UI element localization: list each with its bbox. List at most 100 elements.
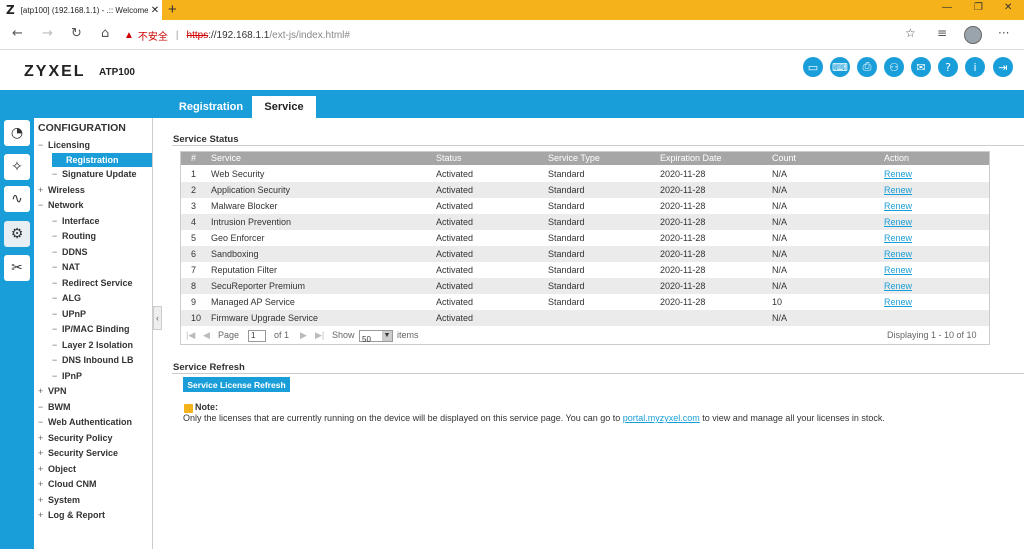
sidebar-item-security-policy[interactable]: + Security Policy [38,431,113,445]
sitemap-icon[interactable]: ⚇ [884,57,904,77]
table-row[interactable]: 8 SecuReporter Premium Activated Standard 20… [181,278,989,294]
table-row[interactable]: 2 Application Security Activated Standard 20… [181,182,989,198]
sidebar-item-interface[interactable]: − Interface [52,214,100,228]
sidebar-item-alg[interactable]: − ALG [52,291,81,305]
close-window-icon[interactable]: ✕ [1004,2,1012,13]
chat-icon[interactable]: ✉ [911,57,931,77]
table-cell: Standard [548,217,585,227]
table-row[interactable]: 9 Managed AP Service Activated Standard 2020… [181,294,989,310]
config-sidebar: CONFIGURATION − Licensing Registration − S… [34,118,153,549]
sidebar-item-signature-update[interactable]: − Signature Update [52,167,137,181]
sidebar-item-layer2-isolation[interactable]: − Layer 2 Isolation [52,338,133,352]
home-icon[interactable]: ⌂ [101,26,109,41]
sidebar-item-routing[interactable]: − Routing [52,229,96,243]
sidebar-item-upnp[interactable]: − UPnP [52,307,86,321]
page-number-input[interactable]: 1 [248,330,266,342]
sidebar-item-system[interactable]: + System [38,493,80,507]
table-row[interactable]: 4 Intrusion Prevention Activated Standard 20… [181,214,989,230]
sidebar-item-nat[interactable]: − NAT [52,260,80,274]
renew-link[interactable]: Renew [884,185,912,195]
renew-link[interactable]: Renew [884,265,912,275]
new-tab-button[interactable]: + [168,1,177,18]
sidebar-item-ddns[interactable]: − DDNS [52,245,88,259]
sidebar-item-redirect-service[interactable]: − Redirect Service [52,276,133,290]
sidebar-item-vpn[interactable]: + VPN [38,384,67,398]
sidebar-item-network[interactable]: − Network [38,198,84,212]
maximize-icon[interactable]: ❐ [974,2,983,13]
logout-icon[interactable]: ⇥ [993,57,1013,77]
favorite-star-icon[interactable]: ☆ [905,26,916,40]
renew-link[interactable]: Renew [884,297,912,307]
items-label: items [397,330,419,340]
browser-tab[interactable]: Z [atp100] (192.168.1.1) - .:: Welcome ✕ [0,0,162,20]
table-cell: Standard [548,169,585,179]
collapse-sidebar-handle[interactable]: ‹ [153,306,162,330]
table-row[interactable]: 7 Reputation Filter Activated Standard 2020-… [181,262,989,278]
table-cell: Activated [436,265,474,275]
next-page-icon[interactable]: ▶ [300,330,307,341]
dashboard-icon[interactable]: ◔ [4,120,30,146]
table-row[interactable]: 10 Firmware Upgrade Service Activated N/A [181,310,989,326]
first-page-icon[interactable]: |◀ [186,330,195,341]
sidebar-item-log-report[interactable]: + Log & Report [38,508,105,522]
col-header-index[interactable]: # [191,153,196,163]
sidebar-item-web-authentication[interactable]: − Web Authentication [38,415,132,429]
table-cell: Activated [436,313,474,323]
col-header-action[interactable]: Action [884,153,909,163]
col-header-status[interactable]: Status [436,153,462,163]
sidebar-item-ip-mac-binding[interactable]: − IP/MAC Binding [52,322,130,336]
sidebar-item-ipnp[interactable]: − IPnP [52,369,82,383]
sidebar-item-licensing[interactable]: − Licensing [38,138,90,152]
close-tab-icon[interactable]: ✕ [148,5,162,16]
url-path: /ext-js/index.html# [269,29,350,41]
sidebar-item-dns-inbound-lb[interactable]: − DNS Inbound LB [52,353,134,367]
profile-avatar[interactable] [964,26,982,44]
maintenance-icon[interactable]: ✂ [4,255,30,281]
sidebar-item-bwm[interactable]: − BWM [38,400,71,414]
tab-registration[interactable]: Registration [172,96,250,118]
renew-link[interactable]: Renew [884,201,912,211]
table-cell: 3 [191,201,197,211]
table-row[interactable]: 3 Malware Blocker Activated Standard 2020-11… [181,198,989,214]
tab-service[interactable]: Service [252,96,316,118]
prev-page-icon[interactable]: ◀ [203,330,210,341]
back-icon[interactable]: ← [12,26,23,41]
sidebar-item-registration[interactable]: Registration [52,153,152,167]
sidebar-item-wireless[interactable]: + Wireless [38,183,85,197]
help-icon[interactable]: ? [938,57,958,77]
more-menu-icon[interactable]: ··· [998,26,1009,40]
last-page-icon[interactable]: ▶| [315,330,324,341]
renew-link[interactable]: Renew [884,217,912,227]
table-cell: N/A [772,233,788,243]
sidebar-item-security-service[interactable]: + Security Service [38,446,118,460]
reload-icon[interactable]: ↻ [71,26,82,41]
table-row[interactable]: 5 Geo Enforcer Activated Standard 2020-11-28… [181,230,989,246]
service-license-refresh-button[interactable]: Service License Refresh [183,377,290,392]
console-icon[interactable]: ▭ [803,57,823,77]
monitor-icon[interactable]: ∿ [4,186,30,212]
forward-icon[interactable]: → [42,26,53,41]
sidebar-item-cloud-cnm[interactable]: + Cloud CNM [38,477,97,491]
table-row[interactable]: 6 Sandboxing Activated Standard 2020-11-28 N/… [181,246,989,262]
renew-link[interactable]: Renew [884,169,912,179]
col-header-service[interactable]: Service [211,153,241,163]
page-size-select[interactable]: 50 ▼ [359,330,393,344]
col-header-expiration-date[interactable]: Expiration Date [660,153,722,163]
wizard-icon[interactable]: ✧ [4,154,30,180]
configuration-icon[interactable]: ⚙ [4,221,30,247]
address-bar[interactable]: ▲ 不安全 | https ://192.168.1.1/ext-js/inde… [124,23,924,47]
col-header-count[interactable]: Count [772,153,796,163]
minimize-icon[interactable]: — [942,2,952,13]
portal-link[interactable]: portal.myzyxel.com [623,413,700,423]
col-header-service-type[interactable]: Service Type [548,153,600,163]
renew-link[interactable]: Renew [884,233,912,243]
table-row[interactable]: 1 Web Security Activated Standard 2020-11-28… [181,166,989,182]
grid-pager: |◀ ◀ Page 1 of 1 ▶ ▶| Show 50 ▼ items Dis… [181,326,989,344]
renew-link[interactable]: Renew [884,249,912,259]
print-icon[interactable]: ⎙ [857,57,877,77]
info-icon[interactable]: i [965,57,985,77]
cli-icon[interactable]: ⌨ [830,57,850,77]
favorites-list-icon[interactable]: ≡ [937,26,947,40]
sidebar-item-object[interactable]: + Object [38,462,76,476]
renew-link[interactable]: Renew [884,281,912,291]
